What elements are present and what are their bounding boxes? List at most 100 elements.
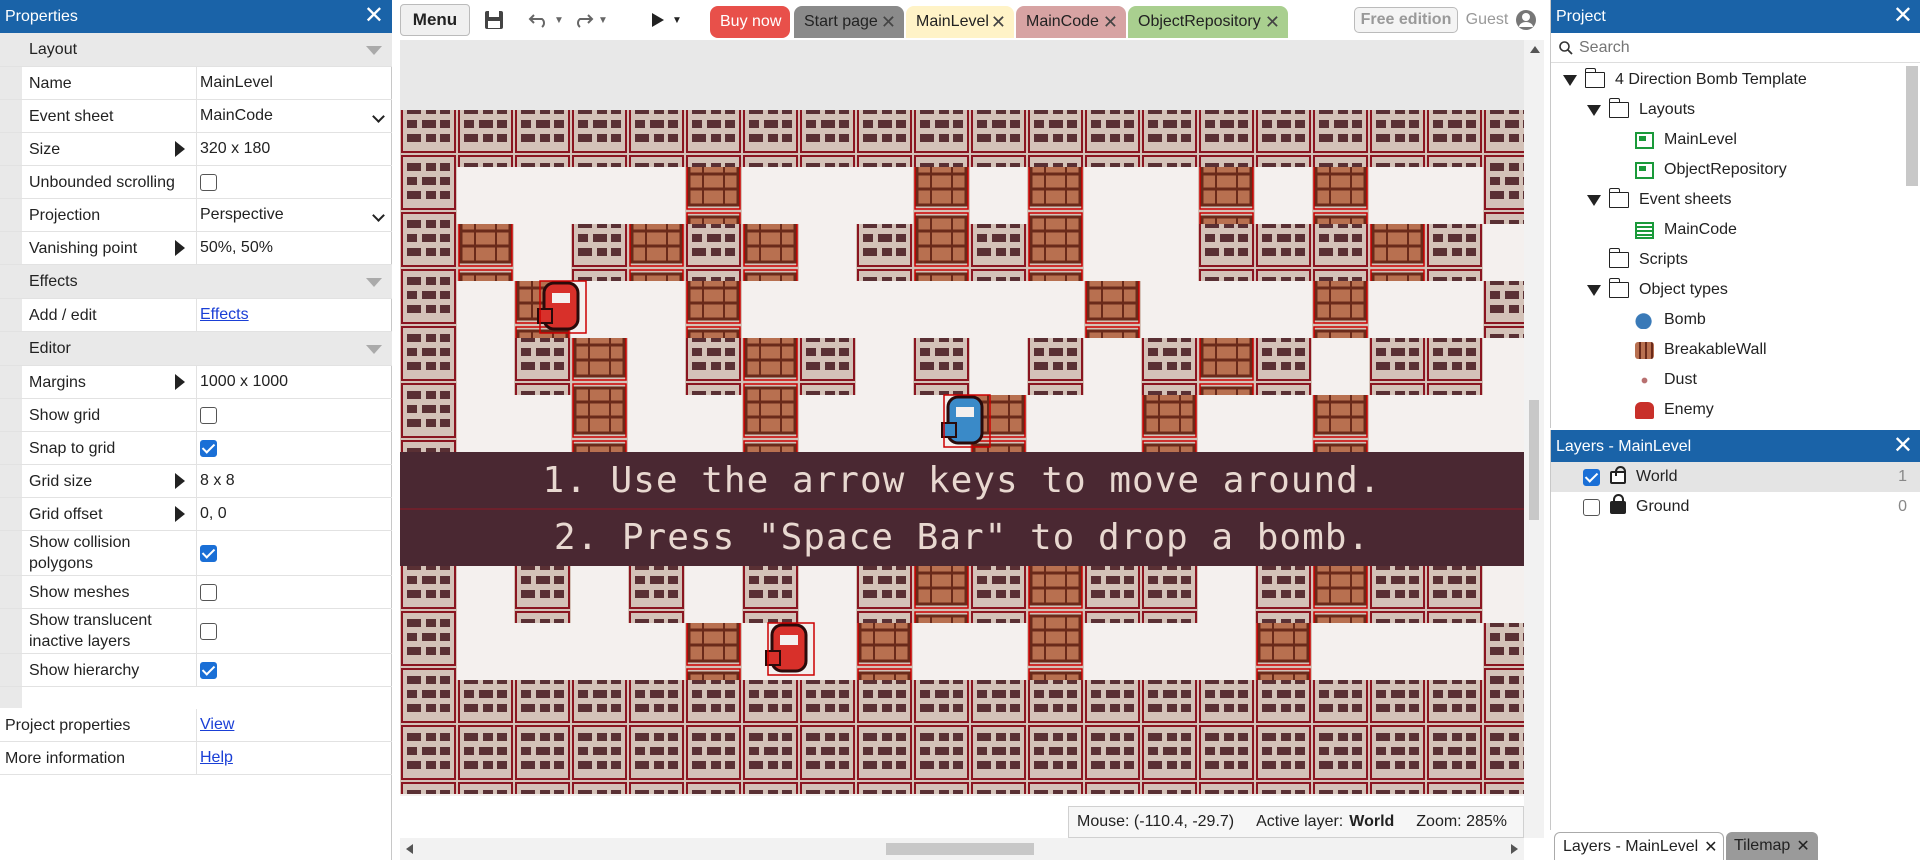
prop-projection[interactable]: Projection Perspective (0, 199, 392, 232)
close-icon[interactable]: ✕ (364, 4, 384, 28)
save-icon[interactable] (480, 4, 508, 36)
play-icon[interactable] (648, 4, 668, 36)
expand-icon[interactable] (1587, 284, 1601, 296)
free-edition-badge[interactable]: Free edition (1354, 7, 1458, 33)
translucent-checkbox[interactable] (200, 622, 217, 640)
tab-tilemap[interactable]: Tilemap ✕ (1726, 832, 1818, 860)
tab-mainlevel[interactable]: MainLevel ✕ (906, 6, 1014, 38)
tree-object-types[interactable]: Object types (1587, 276, 1728, 304)
tab-start-page[interactable]: Start page ✕ (794, 6, 904, 38)
undo-icon[interactable] (526, 4, 552, 36)
prop-size[interactable]: Size 320 x 180 (0, 133, 392, 166)
unbounded-checkbox[interactable] (200, 173, 217, 191)
prop-value[interactable]: 1000 x 1000 (196, 366, 392, 398)
snap-grid-checkbox[interactable] (200, 439, 217, 457)
unlocked-icon[interactable] (1610, 465, 1626, 484)
play-dropdown-icon[interactable]: ▼ (670, 4, 684, 36)
undo-dropdown-icon[interactable]: ▼ (552, 4, 566, 36)
close-tab-icon[interactable]: ✕ (991, 12, 1006, 33)
buy-now-button[interactable]: Buy now (710, 6, 790, 38)
vertical-scrollbar[interactable] (1524, 40, 1544, 838)
tree-item-maincode[interactable]: MainCode (1635, 216, 1737, 244)
view-link[interactable]: View (200, 716, 234, 734)
tree-item-breakablewall[interactable]: BreakableWall (1635, 336, 1767, 364)
tab-layers[interactable]: Layers - MainLevel ✕ (1554, 832, 1724, 860)
expand-icon[interactable] (1563, 74, 1577, 86)
close-icon[interactable]: ✕ (1893, 4, 1913, 28)
prop-value[interactable]: 8 x 8 (196, 465, 392, 497)
project-search[interactable] (1551, 33, 1920, 63)
tree-scripts[interactable]: Scripts (1608, 246, 1688, 274)
prop-project-properties[interactable]: Project properties View (0, 709, 392, 742)
section-layout[interactable]: Layout (0, 33, 392, 67)
layout-canvas[interactable]: 1. Use the arrow keys to move around. 2.… (400, 40, 1524, 796)
scroll-left-icon[interactable] (406, 844, 413, 854)
prop-translucent[interactable]: Show translucent inactive layers (0, 609, 392, 654)
expand-arrow-icon[interactable] (175, 473, 185, 489)
redo-dropdown-icon[interactable]: ▼ (596, 4, 610, 36)
prop-more-info[interactable]: More information Help (0, 742, 392, 775)
prop-select[interactable]: MainCode (196, 100, 392, 132)
close-tab-icon[interactable]: ✕ (1103, 12, 1118, 33)
tree-item-dust[interactable]: Dust (1635, 366, 1697, 394)
close-tab-icon[interactable]: ✕ (1265, 12, 1280, 33)
tree-root[interactable]: 4 Direction Bomb Template (1563, 66, 1807, 94)
tree-item-bomb[interactable]: Bomb (1635, 306, 1706, 334)
expand-arrow-icon[interactable] (175, 240, 185, 256)
layer-row-world[interactable]: World 1 (1551, 462, 1920, 492)
help-link[interactable]: Help (200, 749, 233, 767)
tree-item-mainlevel[interactable]: MainLevel (1635, 126, 1737, 154)
menu-button[interactable]: Menu (400, 4, 470, 36)
horizontal-scroll-thumb[interactable] (886, 843, 1034, 855)
close-tab-icon[interactable]: ✕ (881, 12, 896, 33)
close-tab-icon[interactable]: ✕ (1796, 836, 1809, 856)
layer-visible-checkbox[interactable] (1583, 498, 1600, 516)
scroll-right-icon[interactable] (1511, 844, 1518, 854)
prop-value[interactable]: 320 x 180 (196, 133, 392, 165)
expand-arrow-icon[interactable] (175, 374, 185, 390)
expand-arrow-icon[interactable] (175, 141, 185, 157)
meshes-checkbox[interactable] (200, 583, 217, 601)
prop-value[interactable]: 50%, 50% (196, 232, 392, 264)
tree-event-sheets[interactable]: Event sheets (1587, 186, 1732, 214)
prop-name[interactable]: Name MainLevel (0, 67, 392, 100)
prop-hierarchy[interactable]: Show hierarchy (0, 654, 392, 687)
tab-maincode[interactable]: MainCode ✕ (1016, 6, 1126, 38)
search-input[interactable] (1579, 38, 1899, 57)
locked-icon[interactable] (1610, 493, 1626, 514)
expand-icon[interactable] (1587, 194, 1601, 206)
tree-layouts[interactable]: Layouts (1587, 96, 1695, 124)
collision-checkbox[interactable] (200, 544, 217, 562)
layer-visible-checkbox[interactable] (1583, 468, 1600, 486)
prop-grid-size[interactable]: Grid size 8 x 8 (0, 465, 392, 498)
prop-meshes[interactable]: Show meshes (0, 576, 392, 609)
prop-snap-grid[interactable]: Snap to grid (0, 432, 392, 465)
tab-objectrepository[interactable]: ObjectRepository ✕ (1128, 6, 1288, 38)
close-icon[interactable]: ✕ (1893, 434, 1913, 458)
prop-margins[interactable]: Margins 1000 x 1000 (0, 366, 392, 399)
section-effects[interactable]: Effects (0, 265, 392, 299)
prop-value[interactable]: MainLevel (196, 67, 392, 99)
tree-item-objectrepository[interactable]: ObjectRepository (1635, 156, 1787, 184)
effects-link[interactable]: Effects (200, 306, 249, 324)
scroll-up-icon[interactable] (1530, 46, 1540, 53)
prop-grid-offset[interactable]: Grid offset 0, 0 (0, 498, 392, 531)
vertical-scroll-thumb[interactable] (1529, 400, 1539, 520)
prop-show-grid[interactable]: Show grid (0, 399, 392, 432)
prop-event-sheet[interactable]: Event sheet MainCode (0, 100, 392, 133)
prop-add-edit[interactable]: Add / edit Effects (0, 299, 392, 332)
collapse-icon[interactable] (366, 344, 382, 354)
prop-unbounded[interactable]: Unbounded scrolling (0, 166, 392, 199)
user-avatar-icon[interactable] (1514, 4, 1538, 36)
expand-icon[interactable] (1587, 104, 1601, 116)
expand-arrow-icon[interactable] (175, 506, 185, 522)
redo-icon[interactable] (570, 4, 596, 36)
prop-collision[interactable]: Show collision polygons (0, 531, 392, 576)
close-tab-icon[interactable]: ✕ (1704, 837, 1717, 857)
section-editor[interactable]: Editor (0, 332, 392, 366)
layer-row-ground[interactable]: Ground 0 (1551, 492, 1920, 522)
hierarchy-checkbox[interactable] (200, 661, 217, 679)
prop-vanishing[interactable]: Vanishing point 50%, 50% (0, 232, 392, 265)
horizontal-scrollbar[interactable] (400, 838, 1524, 860)
collapse-icon[interactable] (366, 45, 382, 55)
